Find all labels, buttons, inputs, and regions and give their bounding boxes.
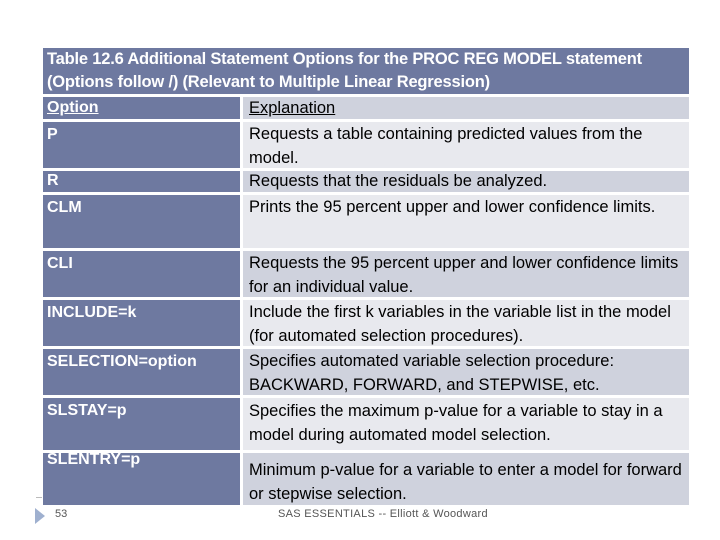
table-row: SLSTAY=p Specifies the maximum p-value f…	[43, 398, 689, 450]
option-cell: SELECTION=option	[43, 349, 240, 395]
table-row: SLENTRY=p Minimum p-value for a variable…	[43, 452, 689, 505]
header-option: Option	[43, 97, 240, 119]
bullet-arrow-icon	[35, 508, 45, 524]
table-row: CLI Requests the 95 percent upper and lo…	[43, 251, 689, 297]
header-explanation: Explanation	[243, 97, 689, 119]
explanation-cell: Prints the 95 percent upper and lower co…	[243, 195, 689, 248]
option-cell: SLSTAY=p	[43, 398, 240, 450]
footer-divider	[36, 497, 42, 498]
option-cell: CLM	[43, 195, 240, 248]
option-cell: SLENTRY=p	[43, 452, 240, 505]
explanation-cell: Requests a table containing predicted va…	[243, 122, 689, 168]
table-row: INCLUDE=k Include the first k variables …	[43, 300, 689, 346]
explanation-cell: Requests that the residuals be analyzed.	[243, 171, 689, 192]
option-cell: P	[43, 122, 240, 168]
table-row: CLM Prints the 95 percent upper and lowe…	[43, 195, 689, 248]
explanation-cell: Include the first k variables in the var…	[243, 300, 689, 346]
explanation-cell: Specifies the maximum p-value for a vari…	[243, 398, 689, 450]
table-row: SELECTION=option Specifies automated var…	[43, 349, 689, 395]
explanation-cell: Requests the 95 percent upper and lower …	[243, 251, 689, 297]
table-row: R Requests that the residuals be analyze…	[43, 171, 689, 192]
page-number: 53	[55, 508, 68, 520]
explanation-cell: Minimum p-value for a variable to enter …	[243, 453, 689, 505]
header-row: Option Explanation	[43, 97, 689, 119]
table-row: P Requests a table containing predicted …	[43, 122, 689, 168]
explanation-cell: Specifies automated variable selection p…	[243, 349, 689, 395]
option-cell: CLI	[43, 251, 240, 297]
table-title: Table 12.6 Additional Statement Options …	[43, 48, 689, 94]
options-table: Table 12.6 Additional Statement Options …	[43, 48, 689, 505]
option-cell: R	[43, 171, 240, 192]
footer-text: SAS ESSENTIALS -- Elliott & Woodward	[278, 508, 488, 520]
option-cell: INCLUDE=k	[43, 300, 240, 346]
